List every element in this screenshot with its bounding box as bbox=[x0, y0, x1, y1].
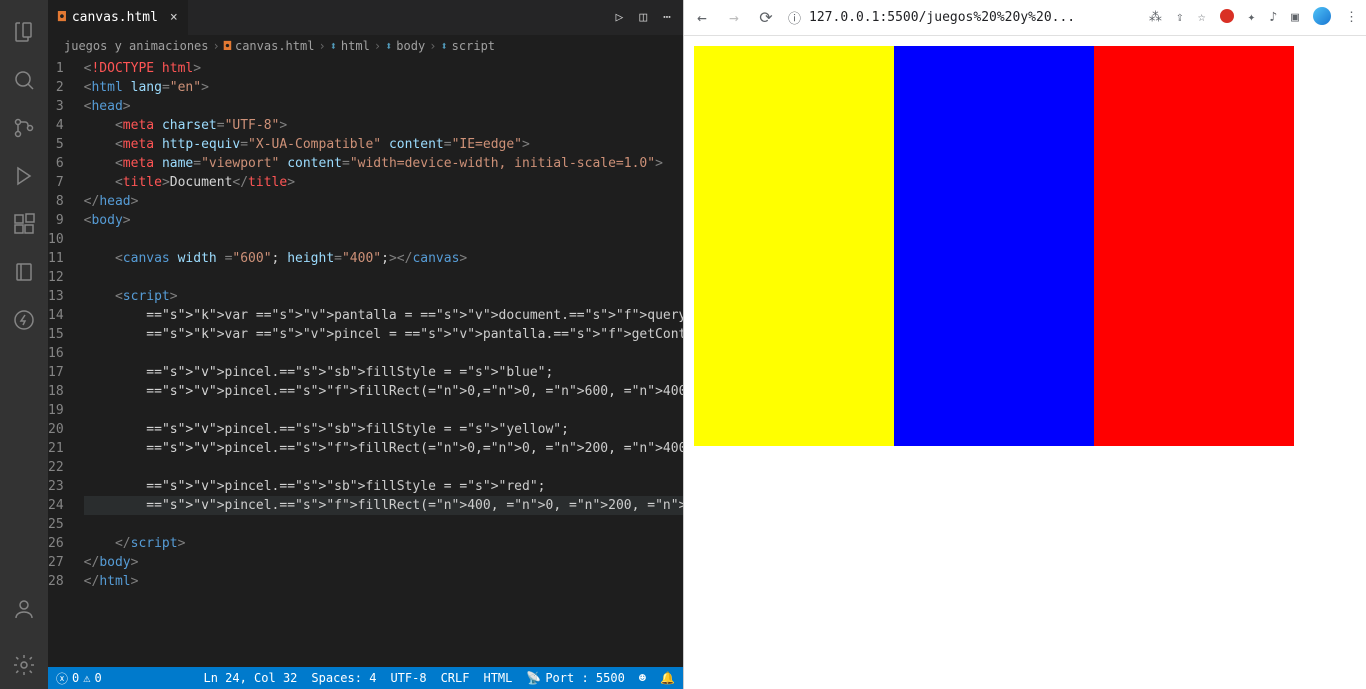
extensions-puzzle-icon[interactable]: ✦ bbox=[1248, 10, 1256, 25]
status-bar: ⓧ 0 ⚠ 0 Ln 24, Col 32 Spaces: 4 UTF-8 CR… bbox=[48, 667, 683, 689]
html-file-icon: ◘ bbox=[224, 39, 231, 53]
symbol-icon: ⬍ bbox=[330, 39, 337, 53]
blue-rect bbox=[894, 46, 1094, 446]
html-file-icon: ◘ bbox=[58, 10, 66, 25]
share-icon[interactable]: ⇪ bbox=[1176, 10, 1184, 25]
line-gutter: 1234567891011121314151617181920212223242… bbox=[48, 57, 84, 667]
status-cursor[interactable]: Ln 24, Col 32 bbox=[203, 671, 297, 685]
source-control-icon[interactable] bbox=[0, 104, 48, 152]
editor-actions: ▷ ◫ ⋯ bbox=[616, 10, 683, 25]
run-debug-icon[interactable] bbox=[0, 152, 48, 200]
breadcrumb-folder[interactable]: juegos y animaciones bbox=[64, 39, 209, 53]
status-encoding[interactable]: UTF-8 bbox=[390, 671, 426, 685]
settings-gear-icon[interactable] bbox=[0, 641, 48, 689]
red-rect bbox=[1094, 46, 1294, 446]
close-icon[interactable]: × bbox=[170, 10, 178, 25]
symbol-icon: ⬍ bbox=[385, 39, 392, 53]
tab-canvas-html[interactable]: ◘ canvas.html × bbox=[48, 0, 188, 35]
status-bell-icon[interactable]: 🔔 bbox=[660, 671, 675, 685]
split-editor-icon[interactable]: ◫ bbox=[639, 10, 647, 25]
explorer-icon[interactable] bbox=[0, 8, 48, 56]
account-icon[interactable] bbox=[0, 585, 48, 633]
browser-window: ← → ⟳ ⓘ 127.0.0.1:5500/juegos%20%20y%20.… bbox=[683, 0, 1366, 689]
profile-avatar[interactable] bbox=[1313, 7, 1331, 29]
tab-bar: ◘ canvas.html × ▷ ◫ ⋯ bbox=[48, 0, 683, 35]
status-spaces[interactable]: Spaces: 4 bbox=[311, 671, 376, 685]
run-icon[interactable]: ▷ bbox=[616, 10, 624, 25]
reload-button[interactable]: ⟳ bbox=[756, 8, 776, 27]
yellow-rect bbox=[694, 46, 894, 446]
thunder-icon[interactable] bbox=[0, 296, 48, 344]
status-lang[interactable]: HTML bbox=[483, 671, 512, 685]
status-problems[interactable]: ⓧ 0 ⚠ 0 bbox=[56, 670, 102, 687]
status-eol[interactable]: CRLF bbox=[441, 671, 470, 685]
activity-bar bbox=[0, 0, 48, 689]
book-icon[interactable] bbox=[0, 248, 48, 296]
chrome-menu-icon[interactable]: ⋮ bbox=[1345, 10, 1358, 25]
status-port[interactable]: 📡 Port : 5500 bbox=[526, 671, 624, 685]
breadcrumb-body[interactable]: body bbox=[396, 39, 425, 53]
search-icon[interactable] bbox=[0, 56, 48, 104]
url-text: 127.0.0.1:5500/juegos%20%20y%20... bbox=[809, 10, 1075, 25]
ublock-icon[interactable] bbox=[1220, 9, 1234, 27]
panel-icon[interactable]: ▣ bbox=[1291, 10, 1299, 25]
info-icon[interactable]: ⓘ bbox=[788, 8, 801, 27]
browser-actions: ⁂ ⇪ ☆ ✦ ♪ ▣ ⋮ bbox=[1149, 7, 1358, 29]
browser-toolbar: ← → ⟳ ⓘ 127.0.0.1:5500/juegos%20%20y%20.… bbox=[684, 0, 1366, 36]
editor-area: ◘ canvas.html × ▷ ◫ ⋯ juegos y animacion… bbox=[48, 0, 683, 689]
breadcrumbs[interactable]: juegos y animaciones › ◘canvas.html › ⬍h… bbox=[48, 35, 683, 57]
forward-button[interactable]: → bbox=[724, 8, 744, 27]
breadcrumb-html[interactable]: html bbox=[341, 39, 370, 53]
media-icon[interactable]: ♪ bbox=[1269, 10, 1277, 25]
address-bar[interactable]: ⓘ 127.0.0.1:5500/juegos%20%20y%20... bbox=[788, 8, 1137, 27]
back-button[interactable]: ← bbox=[692, 8, 712, 27]
more-icon[interactable]: ⋯ bbox=[663, 10, 671, 25]
canvas-output bbox=[694, 46, 1294, 446]
code-editor[interactable]: 1234567891011121314151617181920212223242… bbox=[48, 57, 683, 667]
status-feedback-icon[interactable]: ☻ bbox=[639, 671, 646, 685]
code-content[interactable]: <!DOCTYPE html><html lang="en"><head> <m… bbox=[84, 57, 683, 667]
translate-icon[interactable]: ⁂ bbox=[1149, 10, 1162, 25]
page-content bbox=[684, 36, 1366, 689]
extensions-icon[interactable] bbox=[0, 200, 48, 248]
breadcrumb-file[interactable]: canvas.html bbox=[235, 39, 314, 53]
tab-label: canvas.html bbox=[72, 10, 158, 25]
symbol-icon: ⬍ bbox=[440, 39, 447, 53]
bookmark-icon[interactable]: ☆ bbox=[1198, 10, 1206, 25]
vscode-window: ◘ canvas.html × ▷ ◫ ⋯ juegos y animacion… bbox=[0, 0, 683, 689]
breadcrumb-script[interactable]: script bbox=[452, 39, 495, 53]
